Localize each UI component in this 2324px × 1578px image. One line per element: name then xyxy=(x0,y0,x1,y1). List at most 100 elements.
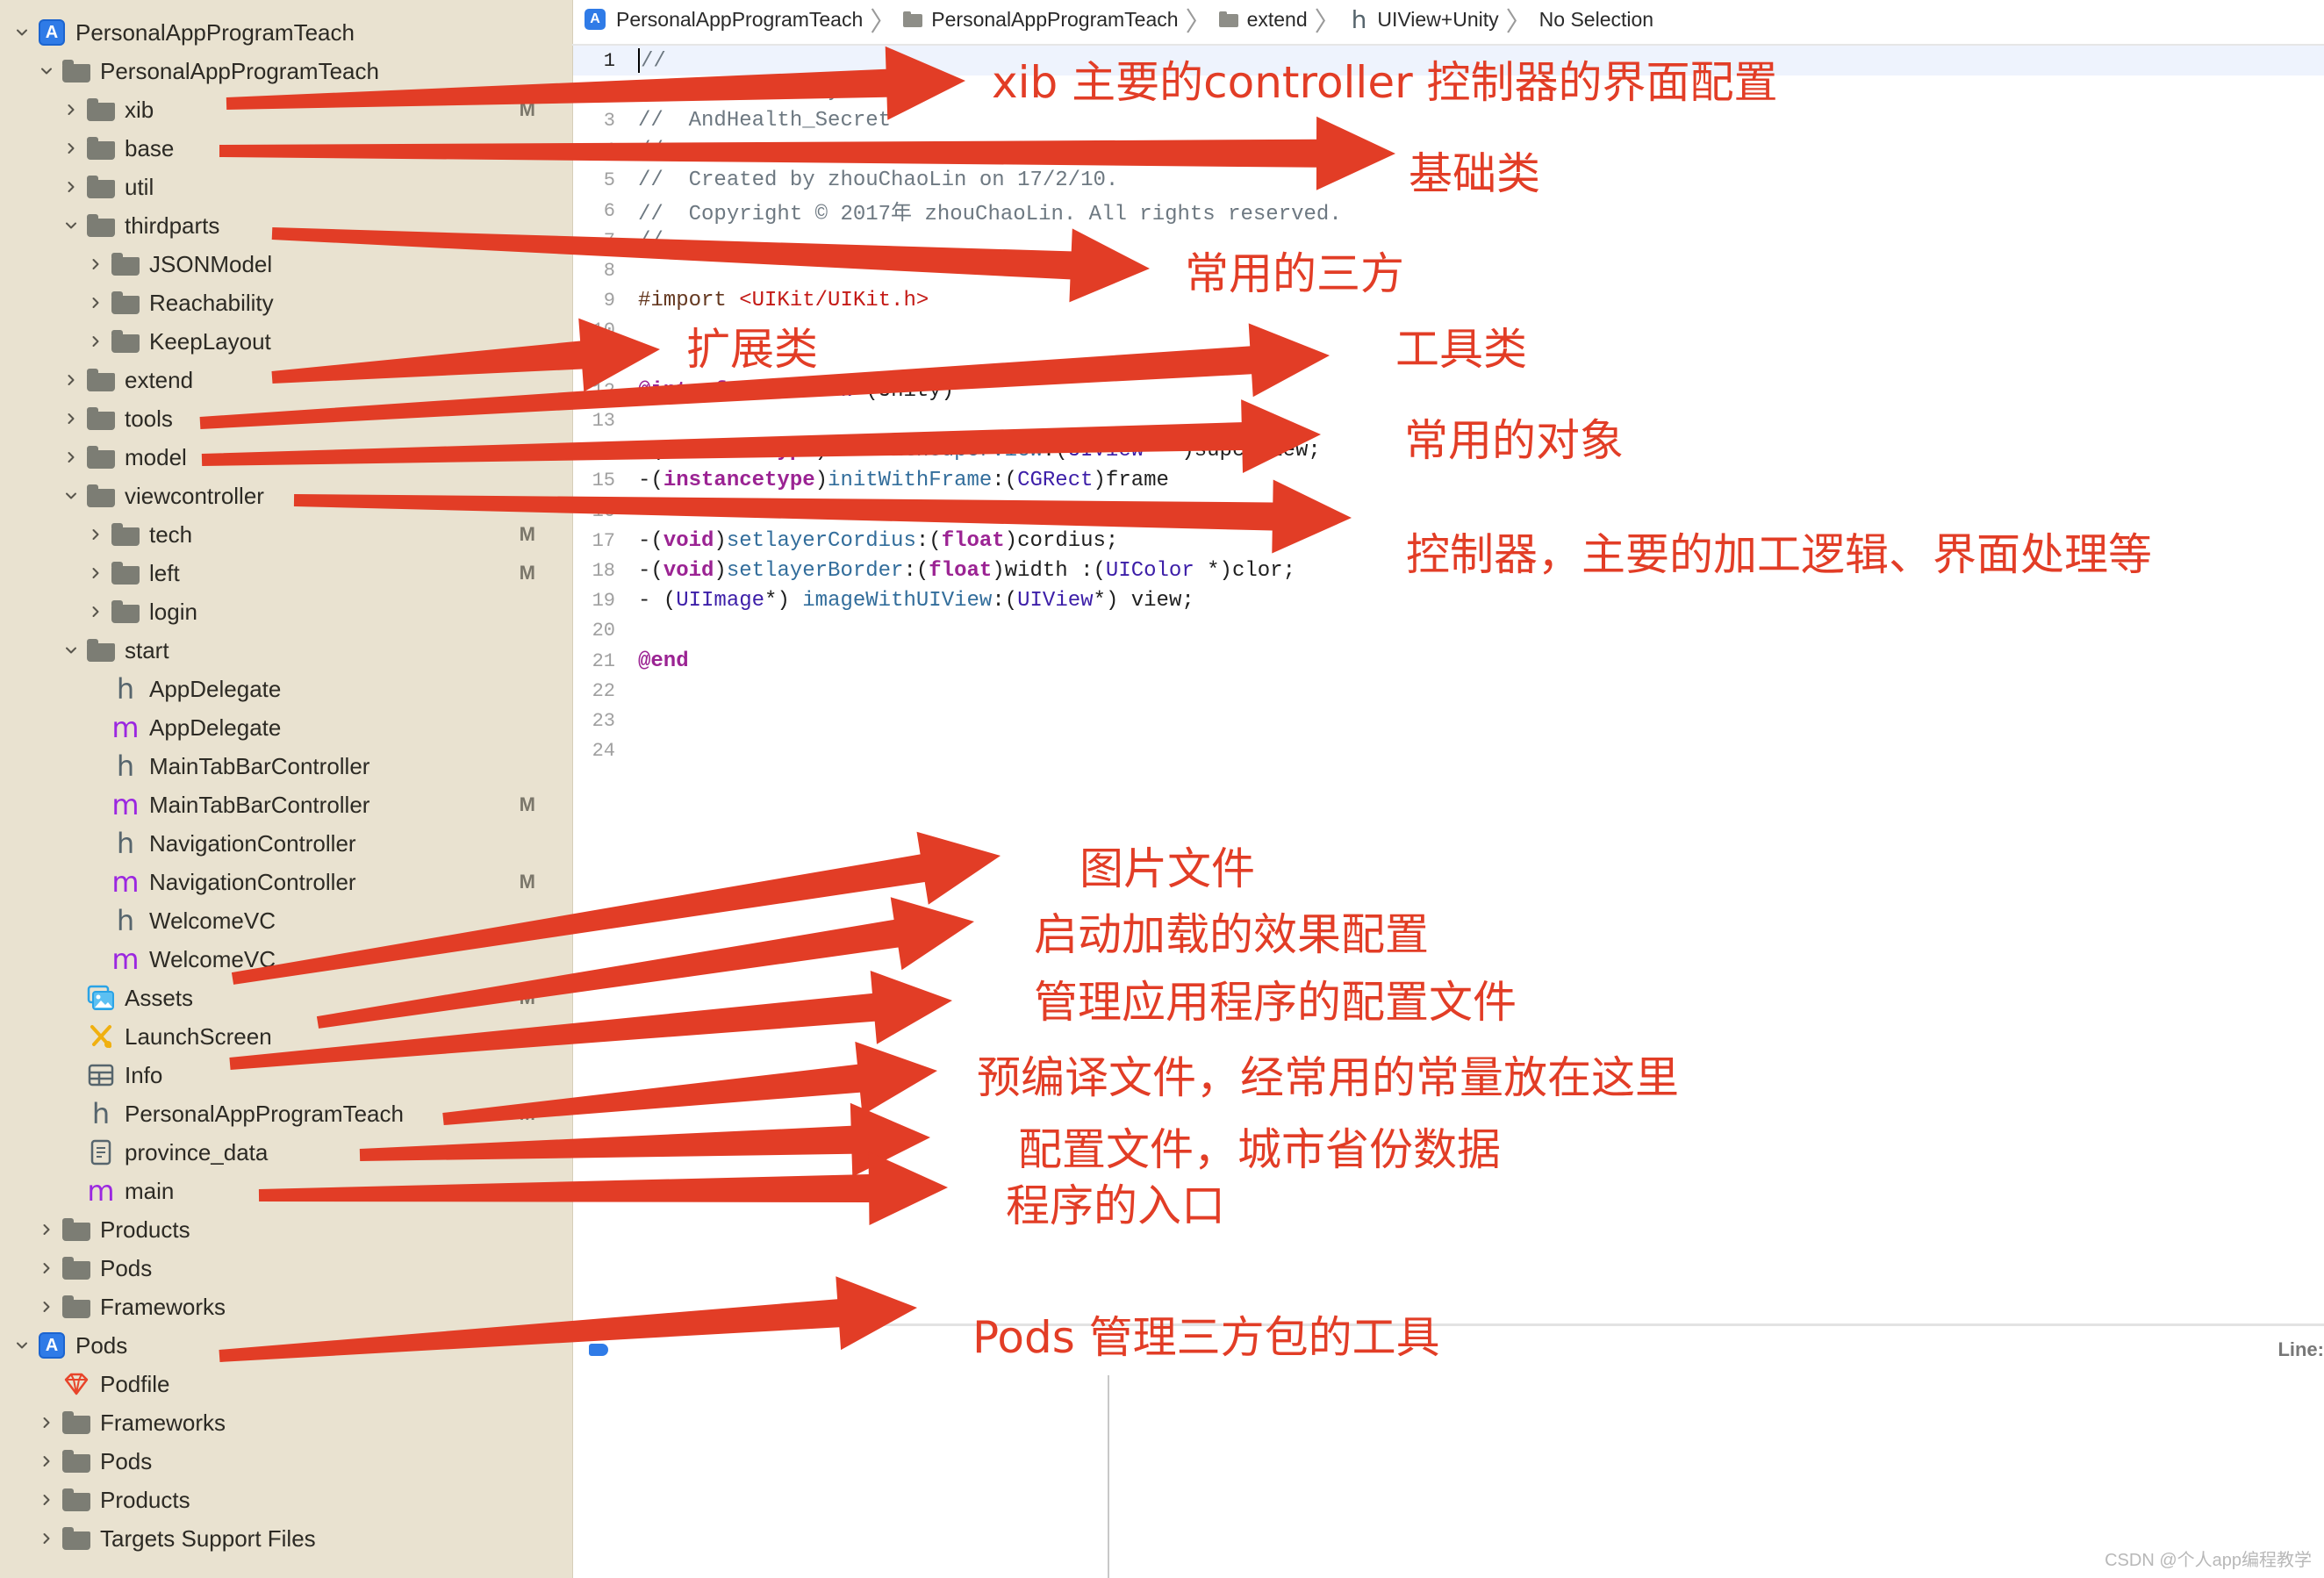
folder-icon xyxy=(111,328,140,355)
navigator-row[interactable]: xib M xyxy=(0,90,572,129)
navigator-row[interactable]: m MainTabBarController M xyxy=(0,785,572,824)
chevron-right-icon[interactable] xyxy=(37,1529,56,1548)
code-token: UIView xyxy=(1067,439,1144,463)
navigator-row[interactable]: h PersonalAppProgramTeach M xyxy=(0,1094,572,1133)
navigator-row[interactable]: extend xyxy=(0,361,572,399)
code-token: // Copyright © 2017年 zhouChaoLin. All ri… xyxy=(638,203,1342,226)
header-file-icon: h xyxy=(116,904,135,937)
navigator-row[interactable]: h WelcomeVC xyxy=(0,901,572,940)
navigator-row-label: Assets xyxy=(125,984,194,1011)
chevron-right-icon[interactable] xyxy=(86,332,105,351)
chevron-right-icon[interactable] xyxy=(37,1413,56,1432)
navigator-row[interactable]: Products xyxy=(0,1481,572,1519)
chevron-down-icon[interactable] xyxy=(61,641,81,660)
chevron-right-icon[interactable] xyxy=(37,1259,56,1278)
navigator-row[interactable]: Assets M xyxy=(0,979,572,1017)
code-token: void xyxy=(663,558,714,583)
chevron-right-icon[interactable] xyxy=(61,139,81,158)
objc-file-icon: m xyxy=(111,943,140,976)
navigator-row[interactable]: thirdparts xyxy=(0,206,572,245)
navigator-row[interactable]: base xyxy=(0,129,572,168)
chevron-right-icon[interactable] xyxy=(37,1297,56,1316)
xcode-project-icon: A xyxy=(37,19,67,46)
chevron-right-icon[interactable] xyxy=(86,525,105,544)
navigator-row[interactable]: m AppDelegate xyxy=(0,708,572,747)
navigator-row[interactable]: m WelcomeVC xyxy=(0,940,572,979)
folder-icon xyxy=(86,212,116,239)
code-text: // xyxy=(638,229,663,253)
navigator-row[interactable]: LaunchScreen xyxy=(0,1017,572,1056)
navigator-row[interactable]: Pods xyxy=(0,1442,572,1481)
chevron-down-icon[interactable] xyxy=(12,1336,32,1355)
chevron-right-icon[interactable] xyxy=(37,1452,56,1471)
breadcrumb-item[interactable]: A PersonalAppProgramTeach xyxy=(585,8,863,32)
navigator-row[interactable]: Info xyxy=(0,1056,572,1094)
code-token: -( xyxy=(638,558,663,583)
navigator-row[interactable]: h AppDelegate xyxy=(0,670,572,708)
navigator-row[interactable]: KeepLayout xyxy=(0,322,572,361)
code-text: // xyxy=(638,47,666,73)
navigator-row[interactable]: tech M xyxy=(0,515,572,554)
navigator-row[interactable]: PersonalAppProgramTeach xyxy=(0,52,572,90)
navigator-row[interactable]: Products xyxy=(0,1210,572,1249)
chevron-right-icon[interactable] xyxy=(61,100,81,119)
code-text: -(instancetype)initWithFrame:(CGRect)fra… xyxy=(638,469,1169,492)
chevron-right-icon[interactable] xyxy=(61,370,81,390)
chevron-right-icon[interactable] xyxy=(61,448,81,467)
navigator-row[interactable]: start xyxy=(0,631,572,670)
chevron-right-icon[interactable] xyxy=(86,563,105,583)
breadcrumb-item[interactable]: extend xyxy=(1218,8,1308,32)
navigator-row[interactable]: JSONModel xyxy=(0,245,572,283)
navigator-row[interactable]: Reachability xyxy=(0,283,572,322)
navigator-row[interactable]: model xyxy=(0,438,572,477)
code-token: UIImage xyxy=(676,589,765,613)
navigator-row[interactable]: Frameworks xyxy=(0,1403,572,1442)
navigator-row[interactable]: viewcontroller xyxy=(0,477,572,515)
navigator-row[interactable]: A PersonalAppProgramTeach xyxy=(0,13,572,52)
chevron-right-icon[interactable] xyxy=(86,255,105,274)
chevron-down-icon[interactable] xyxy=(12,23,32,42)
breakpoints-toggle-icon[interactable] xyxy=(589,1344,608,1356)
code-token: float xyxy=(929,558,993,583)
line-number: 19 xyxy=(592,590,615,613)
navigator-row-label: WelcomeVC xyxy=(149,945,276,972)
navigator-row[interactable]: Targets Support Files xyxy=(0,1519,572,1558)
chevron-right-icon[interactable] xyxy=(37,1220,56,1239)
chevron-right-icon[interactable] xyxy=(61,177,81,197)
navigator-row[interactable]: h MainTabBarController xyxy=(0,747,572,785)
folder-icon xyxy=(61,1294,91,1320)
chevron-right-icon[interactable] xyxy=(86,293,105,312)
navigator-row[interactable]: util xyxy=(0,168,572,206)
scm-status-badge: M xyxy=(519,871,535,893)
annotation-note: 配置文件，城市省份数据 xyxy=(1018,1124,1501,1175)
code-token: instancetype xyxy=(663,469,815,493)
navigator-row[interactable]: left M xyxy=(0,554,572,592)
code-token: )width :( xyxy=(992,558,1106,583)
navigator-row[interactable]: province_data xyxy=(0,1133,572,1172)
navigator-row[interactable]: m main xyxy=(0,1172,572,1210)
code-token: // AndHealth_Secret xyxy=(638,108,892,133)
breadcrumb-item[interactable]: PersonalAppProgramTeach xyxy=(903,8,1179,32)
line-number: 21 xyxy=(592,649,615,672)
navigator-row[interactable]: Podfile xyxy=(0,1365,572,1403)
chevron-down-icon[interactable] xyxy=(37,61,56,81)
chevron-right-icon[interactable] xyxy=(61,409,81,428)
navigator-row[interactable]: Frameworks xyxy=(0,1288,572,1326)
chevron-down-icon[interactable] xyxy=(61,216,81,235)
chevron-down-icon[interactable] xyxy=(61,486,81,506)
navigator-row[interactable]: tools xyxy=(0,399,572,438)
navigator-row[interactable]: login xyxy=(0,592,572,631)
line-number: 17 xyxy=(592,529,615,552)
code-token: *) view; xyxy=(1093,589,1194,613)
navigator-row[interactable]: Pods xyxy=(0,1249,572,1288)
navigator-row[interactable]: h NavigationController xyxy=(0,824,572,863)
breadcrumb-item[interactable]: No Selection xyxy=(1539,8,1653,32)
objc-file-icon: m xyxy=(111,711,140,744)
navigator-row[interactable]: m NavigationController M xyxy=(0,863,572,901)
chevron-right-icon[interactable] xyxy=(86,602,105,621)
breadcrumb-item[interactable]: h UIView+Unity xyxy=(1348,5,1499,34)
chevron-right-icon[interactable] xyxy=(37,1490,56,1510)
navigator-row-label: LaunchScreen xyxy=(125,1022,272,1050)
code-text: @interface UIView (Unity) xyxy=(638,379,954,403)
navigator-row[interactable]: A Pods xyxy=(0,1326,572,1365)
